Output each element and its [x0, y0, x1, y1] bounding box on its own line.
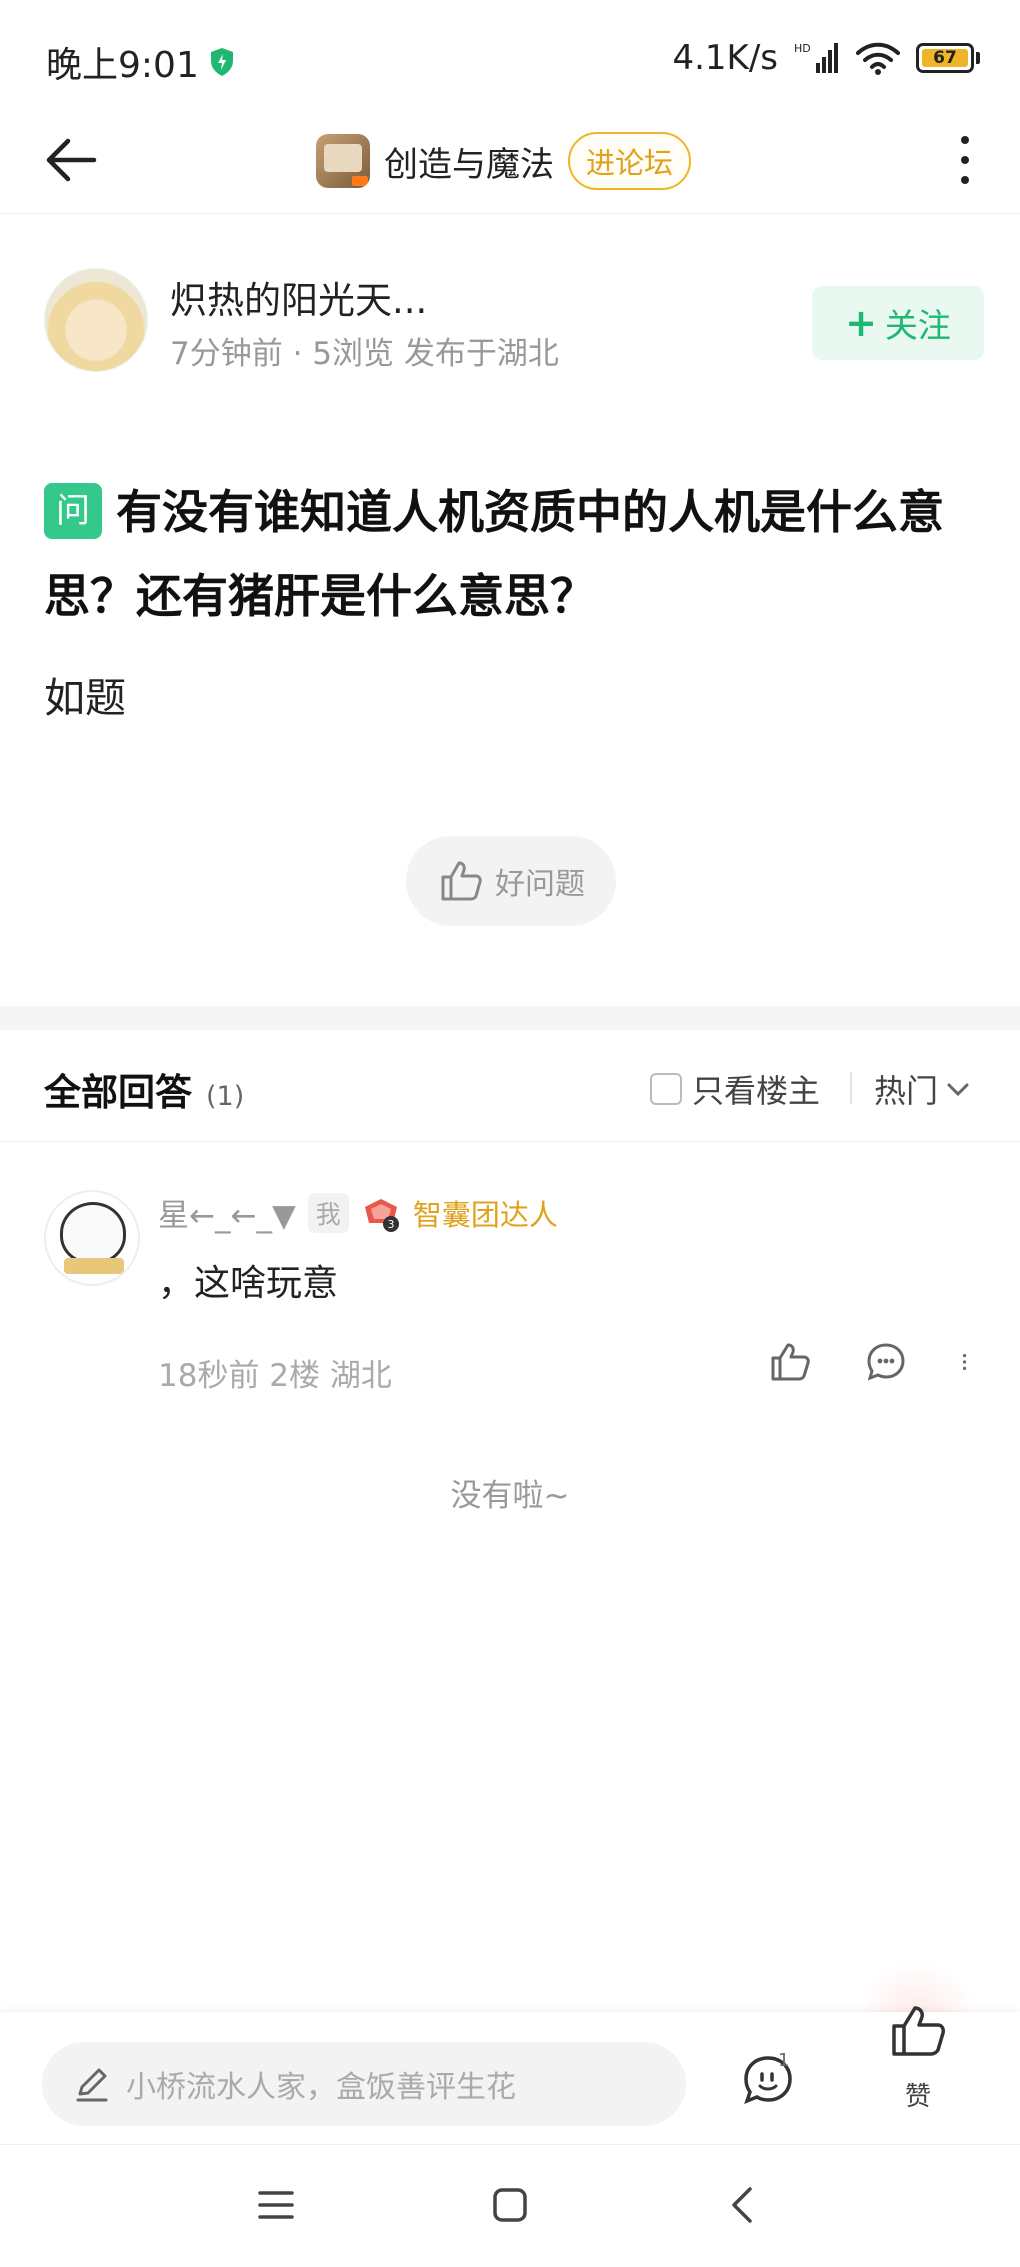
answerer-name-row: 星←_←_▼ 我 3 智囊团达人 — [158, 1190, 558, 1235]
section-divider — [0, 1006, 1020, 1030]
shield-icon — [210, 48, 233, 76]
system-nav-bar — [0, 2144, 1020, 2267]
only-op-label: 只看楼主 — [692, 1072, 821, 1110]
author-name[interactable]: 炽热的阳光天... — [170, 270, 427, 324]
home-icon[interactable] — [486, 2181, 534, 2229]
only-op-checkbox[interactable] — [650, 1073, 682, 1105]
answerer-avatar[interactable] — [44, 1190, 140, 1286]
answers-title-text: 全部回答 — [44, 1071, 192, 1114]
battery-level: 67 — [922, 49, 968, 67]
answers-title: 全部回答 (1) — [44, 1062, 244, 1116]
answer-actions — [768, 1340, 980, 1384]
status-indicators: 4.1K/s HD 67 — [672, 38, 980, 78]
answers-count: (1) — [206, 1081, 245, 1112]
more-vertical-icon[interactable] — [950, 130, 980, 190]
pencil-icon — [76, 2068, 108, 2102]
answer-text: ，这啥玩意 — [158, 1263, 339, 1304]
more-vertical-icon[interactable] — [960, 1340, 980, 1384]
menu-icon[interactable] — [252, 2181, 300, 2229]
comment-placeholder: 小桥流水人家，盒饭善评生花 — [126, 2070, 516, 2105]
question-title-text: 有没有谁知道人机资质中的人机是什么意思？还有猪肝是什么意思？ — [44, 485, 944, 623]
medal-icon: 3 — [364, 1198, 399, 1232]
bottom-action-bar: 小桥流水人家，盒饭善评生花 1 — [0, 2012, 1020, 2144]
back-icon[interactable] — [720, 2181, 768, 2229]
good-question-button[interactable]: 好问题 — [406, 836, 616, 926]
answer-item: 星←_←_▼ 我 3 智囊团达人 ，这啥玩意 18秒前 2楼 湖北 — [0, 1180, 1020, 1400]
network-type-label: HD — [794, 42, 811, 55]
enter-forum-button[interactable]: 进论坛 — [568, 132, 692, 190]
header-separator — [850, 1072, 852, 1104]
thumbs-up-icon — [441, 861, 482, 901]
network-speed: 4.1K/s — [672, 38, 778, 78]
answer-meta: 18秒前 2楼 湖北 — [158, 1358, 392, 1394]
end-of-list: 没有啦~ — [450, 1478, 570, 1514]
signal-icon: HD — [794, 42, 838, 73]
author-avatar[interactable] — [44, 268, 148, 372]
plus-icon: + — [845, 301, 877, 345]
thumbs-up-icon[interactable] — [768, 1340, 812, 1384]
status-time: 晚上9:01 — [46, 36, 235, 88]
chevron-down-icon — [947, 1083, 969, 1097]
post-meta: 7分钟前 · 5浏览 发布于湖北 — [170, 336, 559, 372]
message-count: 1 — [778, 2050, 790, 2071]
me-tag: 我 — [307, 1192, 349, 1233]
forum-title[interactable]: 创造与魔法 — [384, 137, 554, 186]
medal-level: 3 — [387, 1218, 394, 1231]
top-nav-bar: 创造与魔法 进论坛 — [0, 110, 1020, 214]
status-bar: 晚上9:01 4.1K/s HD 67 — [0, 0, 1020, 120]
good-question-label: 好问题 — [495, 867, 585, 902]
talent-badge[interactable]: 智囊团达人 — [413, 1192, 558, 1234]
arrow-left-icon[interactable] — [40, 128, 104, 192]
question-badge: 问 — [44, 483, 102, 539]
game-logo-icon[interactable] — [316, 134, 370, 188]
answers-header: 全部回答 (1) 只看楼主 热门 — [0, 1030, 1020, 1142]
clock-text: 晚上9:01 — [46, 45, 199, 86]
battery-icon: 67 — [916, 43, 980, 73]
comment-icon[interactable] — [864, 1340, 908, 1384]
follow-label: 关注 — [884, 306, 951, 345]
post-author: 炽热的阳光天... 7分钟前 · 5浏览 发布于湖北 + 关注 — [44, 268, 984, 378]
follow-button[interactable]: + 关注 — [812, 286, 984, 360]
answerer-name[interactable]: 星←_←_▼ — [158, 1190, 296, 1235]
comment-input[interactable]: 小桥流水人家，盒饭善评生花 — [42, 2042, 686, 2126]
like-label: 赞 — [904, 2082, 931, 2112]
forum-header: 创造与魔法 进论坛 — [316, 124, 692, 198]
thumbs-up-icon[interactable] — [888, 2000, 948, 2060]
only-op-toggle[interactable]: 只看楼主 — [650, 1066, 820, 1112]
question-title: 问有没有谁知道人机资质中的人机是什么意思？还有猪肝是什么意思？ — [44, 470, 974, 638]
question-body: 如题 — [44, 674, 126, 722]
sort-dropdown[interactable]: 热门 — [874, 1066, 972, 1112]
wifi-icon — [856, 42, 900, 75]
sort-label: 热门 — [874, 1072, 939, 1110]
